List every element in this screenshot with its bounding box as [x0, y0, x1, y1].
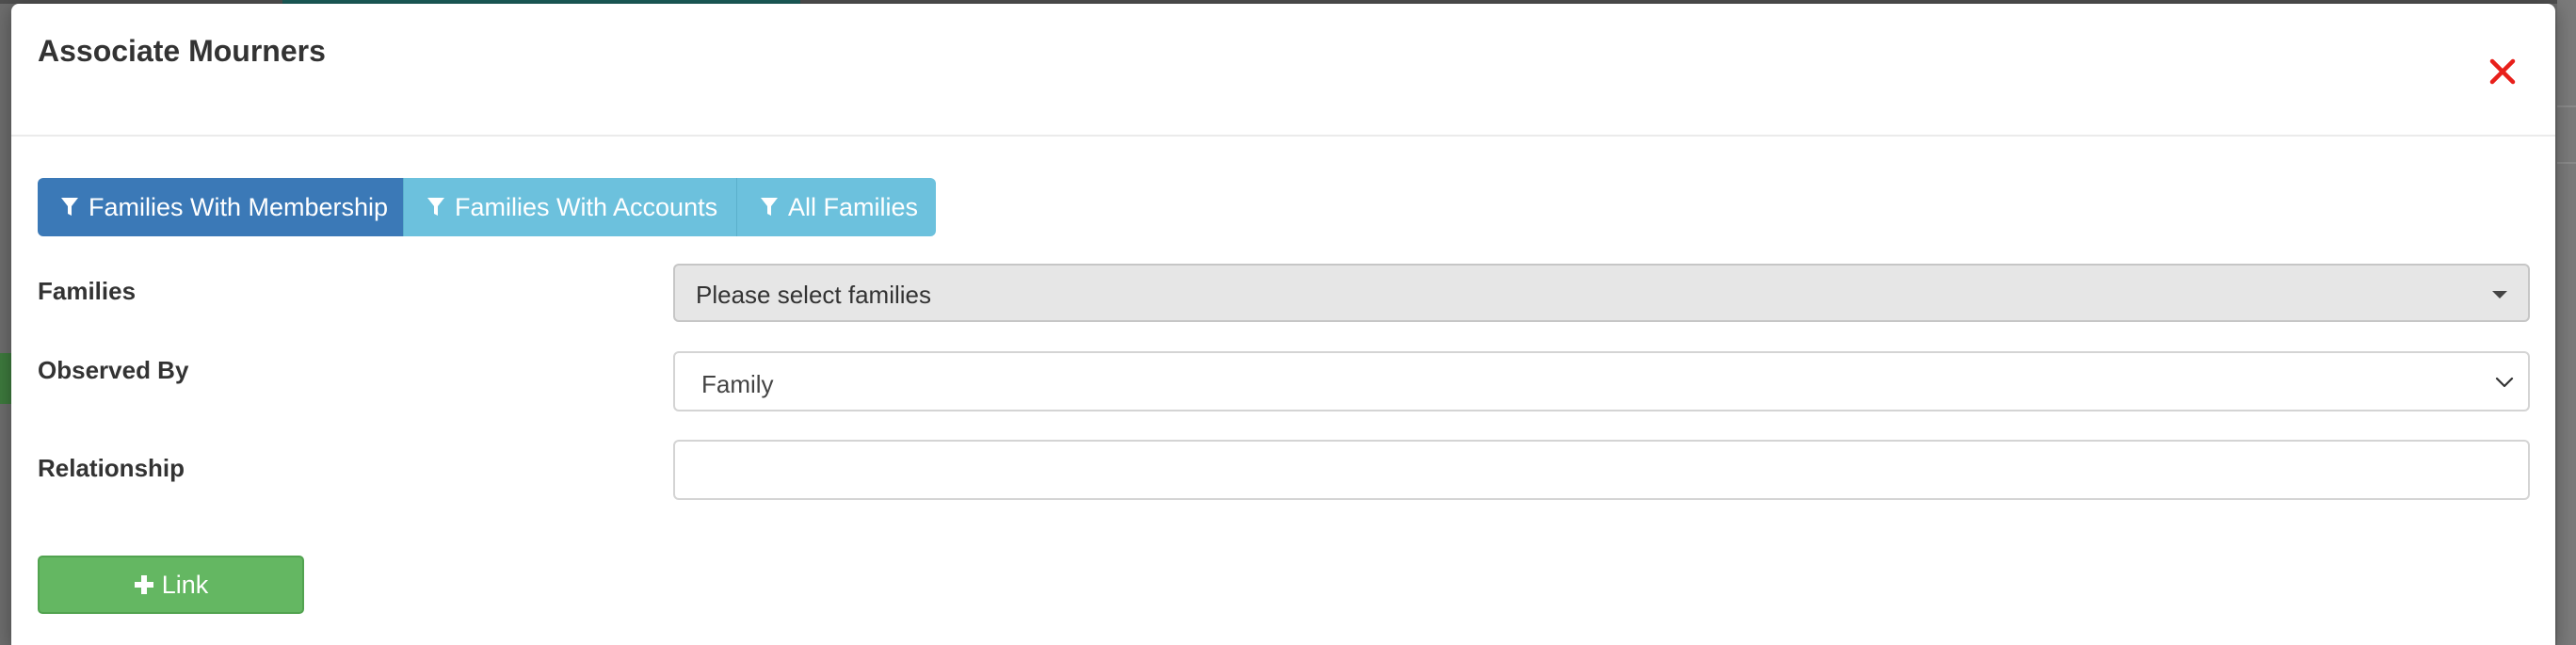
filter-label: Families With Accounts — [455, 192, 718, 221]
caret-down-icon — [2492, 291, 2507, 298]
close-icon — [2489, 58, 2516, 85]
associate-mourners-modal: Associate Mourners Families With Members… — [11, 4, 2555, 645]
filter-families-with-accounts-button[interactable]: Families With Accounts — [403, 178, 736, 236]
filter-label: Families With Membership — [89, 192, 389, 221]
family-filter-group: Families With Membership Families With A… — [38, 178, 936, 236]
relationship-label: Relationship — [38, 454, 185, 482]
modal-title: Associate Mourners — [38, 34, 326, 68]
backdrop-divider — [2557, 105, 2576, 107]
backdrop-right-strip — [2557, 0, 2576, 645]
filter-label: All Families — [788, 192, 919, 221]
observed-by-value: Family — [701, 370, 774, 398]
observed-by-label: Observed By — [38, 356, 189, 384]
filter-icon — [761, 198, 778, 216]
link-button[interactable]: Link — [38, 556, 304, 614]
families-select[interactable]: Please select families — [673, 264, 2530, 322]
observed-by-select[interactable]: Family — [673, 351, 2530, 411]
families-label: Families — [38, 277, 137, 305]
plus-icon — [134, 575, 153, 594]
filter-families-with-membership-button[interactable]: Families With Membership — [38, 178, 403, 236]
modal-header: Associate Mourners — [11, 4, 2555, 137]
filter-icon — [61, 198, 78, 216]
link-button-label: Link — [161, 570, 209, 599]
close-button[interactable] — [2484, 53, 2521, 90]
filter-all-families-button[interactable]: All Families — [736, 178, 936, 236]
relationship-input[interactable] — [673, 440, 2530, 500]
families-select-placeholder: Please select families — [696, 281, 931, 309]
backdrop-divider — [2557, 162, 2576, 164]
filter-icon — [427, 198, 444, 216]
backdrop-green-block — [0, 353, 11, 404]
chevron-down-icon — [2495, 377, 2514, 388]
